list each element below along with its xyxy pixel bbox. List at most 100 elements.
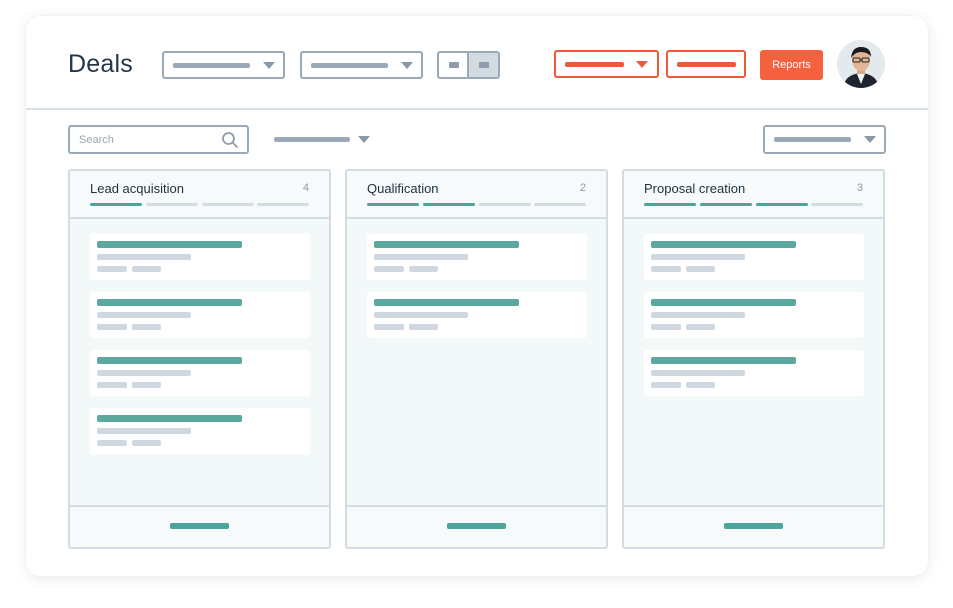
- deal-card[interactable]: [90, 350, 310, 396]
- filter-dropdown-1[interactable]: [162, 51, 285, 79]
- view-option-icon: [479, 62, 489, 68]
- deal-text-placeholder: [651, 241, 796, 248]
- deal-text-placeholder: [651, 382, 681, 388]
- column-footer: [347, 505, 606, 547]
- column-count: 4: [302, 182, 309, 194]
- pipeline-dropdown[interactable]: [763, 125, 886, 154]
- column-title: Lead acquisition: [90, 181, 184, 196]
- progress-segment: [257, 203, 309, 206]
- stage-column-proposal-creation: Proposal creation 3: [622, 169, 885, 549]
- chevron-down-icon: [401, 62, 413, 69]
- deal-text-placeholder: [374, 241, 519, 248]
- avatar[interactable]: [837, 40, 885, 88]
- stage-column-lead-acquisition: Lead acquisition 4: [68, 169, 331, 549]
- chevron-down-icon: [263, 62, 275, 69]
- deal-text-placeholder: [374, 266, 404, 272]
- progress-segment: [479, 203, 531, 206]
- deal-card[interactable]: [90, 234, 310, 280]
- view-option-icon: [449, 62, 459, 68]
- button-label-placeholder: [677, 62, 736, 67]
- chevron-down-icon: [636, 61, 648, 68]
- search-box[interactable]: [68, 125, 249, 154]
- progress-segment: [146, 203, 198, 206]
- stage-column-qualification: Qualification 2: [345, 169, 608, 549]
- chevron-down-icon: [358, 136, 370, 143]
- add-deal-button[interactable]: [724, 523, 783, 529]
- progress-segment: [756, 203, 808, 206]
- dropdown-value-placeholder: [774, 137, 851, 142]
- deal-text-placeholder: [97, 428, 191, 434]
- view-toggle-option-1[interactable]: [439, 53, 469, 77]
- deal-text-placeholder: [651, 357, 796, 364]
- deal-card[interactable]: [90, 408, 310, 454]
- deal-text-placeholder: [132, 324, 161, 330]
- deal-text-placeholder: [374, 312, 468, 318]
- deal-card[interactable]: [367, 234, 587, 280]
- progress-segment: [700, 203, 752, 206]
- deal-text-placeholder: [97, 254, 191, 260]
- deal-text-placeholder: [132, 266, 161, 272]
- deal-text-placeholder: [97, 299, 242, 306]
- orange-outline-button[interactable]: [666, 50, 746, 78]
- deal-text-placeholder: [374, 254, 468, 260]
- page-title: Deals: [68, 50, 133, 78]
- orange-dropdown[interactable]: [554, 50, 659, 78]
- chevron-down-icon: [864, 136, 876, 143]
- deal-text-placeholder: [97, 357, 242, 364]
- deal-card[interactable]: [90, 292, 310, 338]
- deal-text-placeholder: [409, 266, 438, 272]
- progress-segment: [644, 203, 696, 206]
- deal-card[interactable]: [644, 234, 864, 280]
- view-toggle-option-2[interactable]: [469, 53, 498, 77]
- deal-text-placeholder: [651, 254, 745, 260]
- deals-board-window: Deals Reports Search Lead acquisition 4 …: [26, 16, 928, 576]
- deal-text-placeholder: [97, 382, 127, 388]
- add-deal-button[interactable]: [447, 523, 506, 529]
- sort-selector[interactable]: [274, 134, 374, 148]
- column-header: Qualification 2: [347, 171, 606, 219]
- column-title: Qualification: [367, 181, 439, 196]
- search-input[interactable]: [70, 127, 220, 152]
- deal-text-placeholder: [97, 312, 191, 318]
- filter-dropdown-2[interactable]: [300, 51, 423, 79]
- deal-text-placeholder: [686, 382, 715, 388]
- view-toggle[interactable]: [437, 51, 500, 79]
- progress-segment: [423, 203, 475, 206]
- column-header: Lead acquisition 4: [70, 171, 329, 219]
- column-footer: [70, 505, 329, 547]
- deal-card[interactable]: [367, 292, 587, 338]
- deal-text-placeholder: [686, 324, 715, 330]
- deal-text-placeholder: [374, 324, 404, 330]
- dropdown-value-placeholder: [565, 62, 624, 67]
- deal-card[interactable]: [644, 292, 864, 338]
- column-footer: [624, 505, 883, 547]
- reports-button[interactable]: Reports: [760, 50, 823, 80]
- column-title: Proposal creation: [644, 181, 746, 196]
- add-deal-button[interactable]: [170, 523, 229, 529]
- deal-text-placeholder: [651, 299, 796, 306]
- deal-text-placeholder: [651, 370, 745, 376]
- progress-segment: [811, 203, 863, 206]
- deal-text-placeholder: [651, 312, 745, 318]
- deal-text-placeholder: [97, 241, 242, 248]
- deal-text-placeholder: [651, 266, 681, 272]
- deal-text-placeholder: [686, 266, 715, 272]
- deal-text-placeholder: [97, 415, 242, 422]
- top-bar: Deals Reports: [26, 16, 928, 110]
- deal-text-placeholder: [132, 440, 161, 446]
- deal-text-placeholder: [97, 266, 127, 272]
- deal-text-placeholder: [97, 370, 191, 376]
- deal-text-placeholder: [409, 324, 438, 330]
- search-icon[interactable]: [221, 131, 239, 149]
- deal-card[interactable]: [644, 350, 864, 396]
- dropdown-value-placeholder: [173, 63, 250, 68]
- progress-segment: [202, 203, 254, 206]
- deal-text-placeholder: [651, 324, 681, 330]
- selector-value-placeholder: [274, 137, 350, 142]
- column-header: Proposal creation 3: [624, 171, 883, 219]
- deal-text-placeholder: [97, 324, 127, 330]
- column-count: 3: [856, 182, 863, 194]
- progress-segment: [534, 203, 586, 206]
- deal-text-placeholder: [97, 440, 127, 446]
- column-count: 2: [579, 182, 586, 194]
